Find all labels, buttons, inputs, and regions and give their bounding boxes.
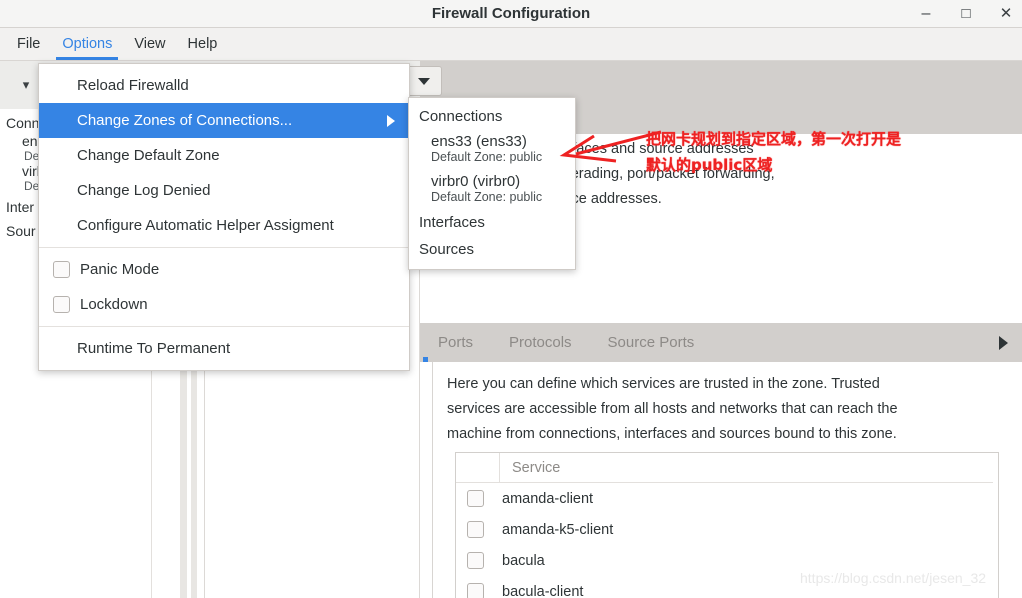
- services-column-header: Service: [512, 459, 561, 476]
- annotation-line-1: 把网卡规划到指定区域，第一次打开是: [646, 130, 902, 148]
- annotation-line-2: 默认的public区域: [646, 156, 773, 174]
- menu-item-reload-firewalld[interactable]: Reload Firewalld: [39, 68, 409, 103]
- service-name: bacula: [502, 552, 545, 569]
- menu-item-label: Lockdown: [80, 296, 148, 313]
- menu-view[interactable]: View: [123, 28, 176, 60]
- close-button[interactable]: ✕: [996, 4, 1016, 24]
- lockdown-checkbox[interactable]: [53, 296, 70, 313]
- menu-separator: [39, 247, 409, 248]
- service-name: bacula-client: [502, 583, 584, 598]
- service-name: amanda-client: [502, 490, 594, 507]
- watermark: https://blog.csdn.net/jesen_32: [800, 570, 987, 586]
- tab-protocols[interactable]: Protocols: [491, 334, 590, 351]
- service-checkbox[interactable]: [467, 583, 484, 598]
- services-help-line: Here you can define which services are t…: [447, 376, 880, 392]
- submenu-header-connections: Connections: [419, 108, 503, 125]
- services-help-text: Here you can define which services are t…: [433, 362, 1010, 453]
- tab-active-marker: [423, 357, 428, 362]
- connection-default-zone: Default Zone: public: [431, 150, 543, 164]
- minimize-button[interactable]: –: [916, 4, 936, 24]
- services-table-header: Service: [456, 453, 998, 483]
- menu-item-runtime-to-permanent[interactable]: Runtime To Permanent: [39, 331, 409, 366]
- zone-tab-strip: Ports Protocols Source Ports: [420, 323, 1022, 362]
- table-row[interactable]: amanda-client: [456, 483, 998, 514]
- services-panel: Here you can define which services are t…: [432, 362, 1010, 598]
- services-checkbox-column: [456, 453, 500, 482]
- menu-item-change-default-zone[interactable]: Change Default Zone: [39, 138, 409, 173]
- title-bar: Firewall Configuration – □ ✕: [0, 0, 1022, 28]
- chevron-down-glyph: ▾: [22, 77, 30, 92]
- connection-name: virbr0 (virbr0): [431, 173, 521, 190]
- menu-item-change-zones-of-connections[interactable]: Change Zones of Connections...: [39, 103, 409, 138]
- table-row[interactable]: amanda-k5-client: [456, 514, 998, 545]
- submenu-connection-ens33[interactable]: ens33 (ens33) Default Zone: public: [409, 129, 575, 169]
- services-scrollbar[interactable]: [993, 482, 998, 598]
- connection-default-zone: Default Zone: public: [431, 190, 543, 204]
- submenu-connection-virbr0[interactable]: virbr0 (virbr0) Default Zone: public: [409, 169, 575, 209]
- menu-options[interactable]: Options: [51, 28, 123, 60]
- annotation-text: 把网卡规划到指定区域，第一次打开是 默认的public区域: [646, 126, 901, 178]
- window-controls: – □ ✕: [916, 0, 1016, 27]
- menu-item-label: Panic Mode: [80, 261, 160, 278]
- service-checkbox[interactable]: [467, 490, 484, 507]
- menu-help[interactable]: Help: [177, 28, 229, 60]
- panic-mode-checkbox[interactable]: [53, 261, 70, 278]
- submenu-item-interfaces[interactable]: Interfaces: [409, 209, 575, 236]
- services-help-line: machine from connections, interfaces and…: [447, 426, 897, 442]
- tab-ports[interactable]: Ports: [420, 334, 491, 351]
- menu-item-panic-mode[interactable]: Panic Mode: [39, 252, 409, 287]
- submenu-item-sources[interactable]: Sources: [409, 236, 575, 263]
- menu-item-configure-automatic-helper-assigment[interactable]: Configure Automatic Helper Assigment: [39, 208, 409, 243]
- connection-name: ens33 (ens33): [431, 133, 527, 150]
- options-dropdown-menu: Reload Firewalld Change Zones of Connect…: [38, 63, 410, 371]
- chevron-right-icon[interactable]: [999, 335, 1008, 350]
- service-checkbox[interactable]: [467, 552, 484, 569]
- services-help-line: services are accessible from all hosts a…: [447, 401, 898, 417]
- chevron-right-icon: [387, 114, 395, 127]
- service-name: amanda-k5-client: [502, 521, 614, 538]
- triangle-down-icon: [418, 77, 430, 85]
- menu-separator: [39, 326, 409, 327]
- menu-item-lockdown[interactable]: Lockdown: [39, 287, 409, 322]
- menu-item-label: Change Zones of Connections...: [77, 112, 293, 129]
- window-title: Firewall Configuration: [431, 5, 591, 22]
- tab-source-ports[interactable]: Source Ports: [590, 334, 713, 351]
- connections-submenu: Connections ens33 (ens33) Default Zone: …: [408, 97, 576, 270]
- menu-bar: File Options View Help: [0, 28, 1022, 61]
- maximize-button[interactable]: □: [956, 4, 976, 24]
- service-checkbox[interactable]: [467, 521, 484, 538]
- menu-file[interactable]: File: [6, 28, 51, 60]
- zone-dropdown-button[interactable]: [406, 66, 442, 96]
- menu-item-change-log-denied[interactable]: Change Log Denied: [39, 173, 409, 208]
